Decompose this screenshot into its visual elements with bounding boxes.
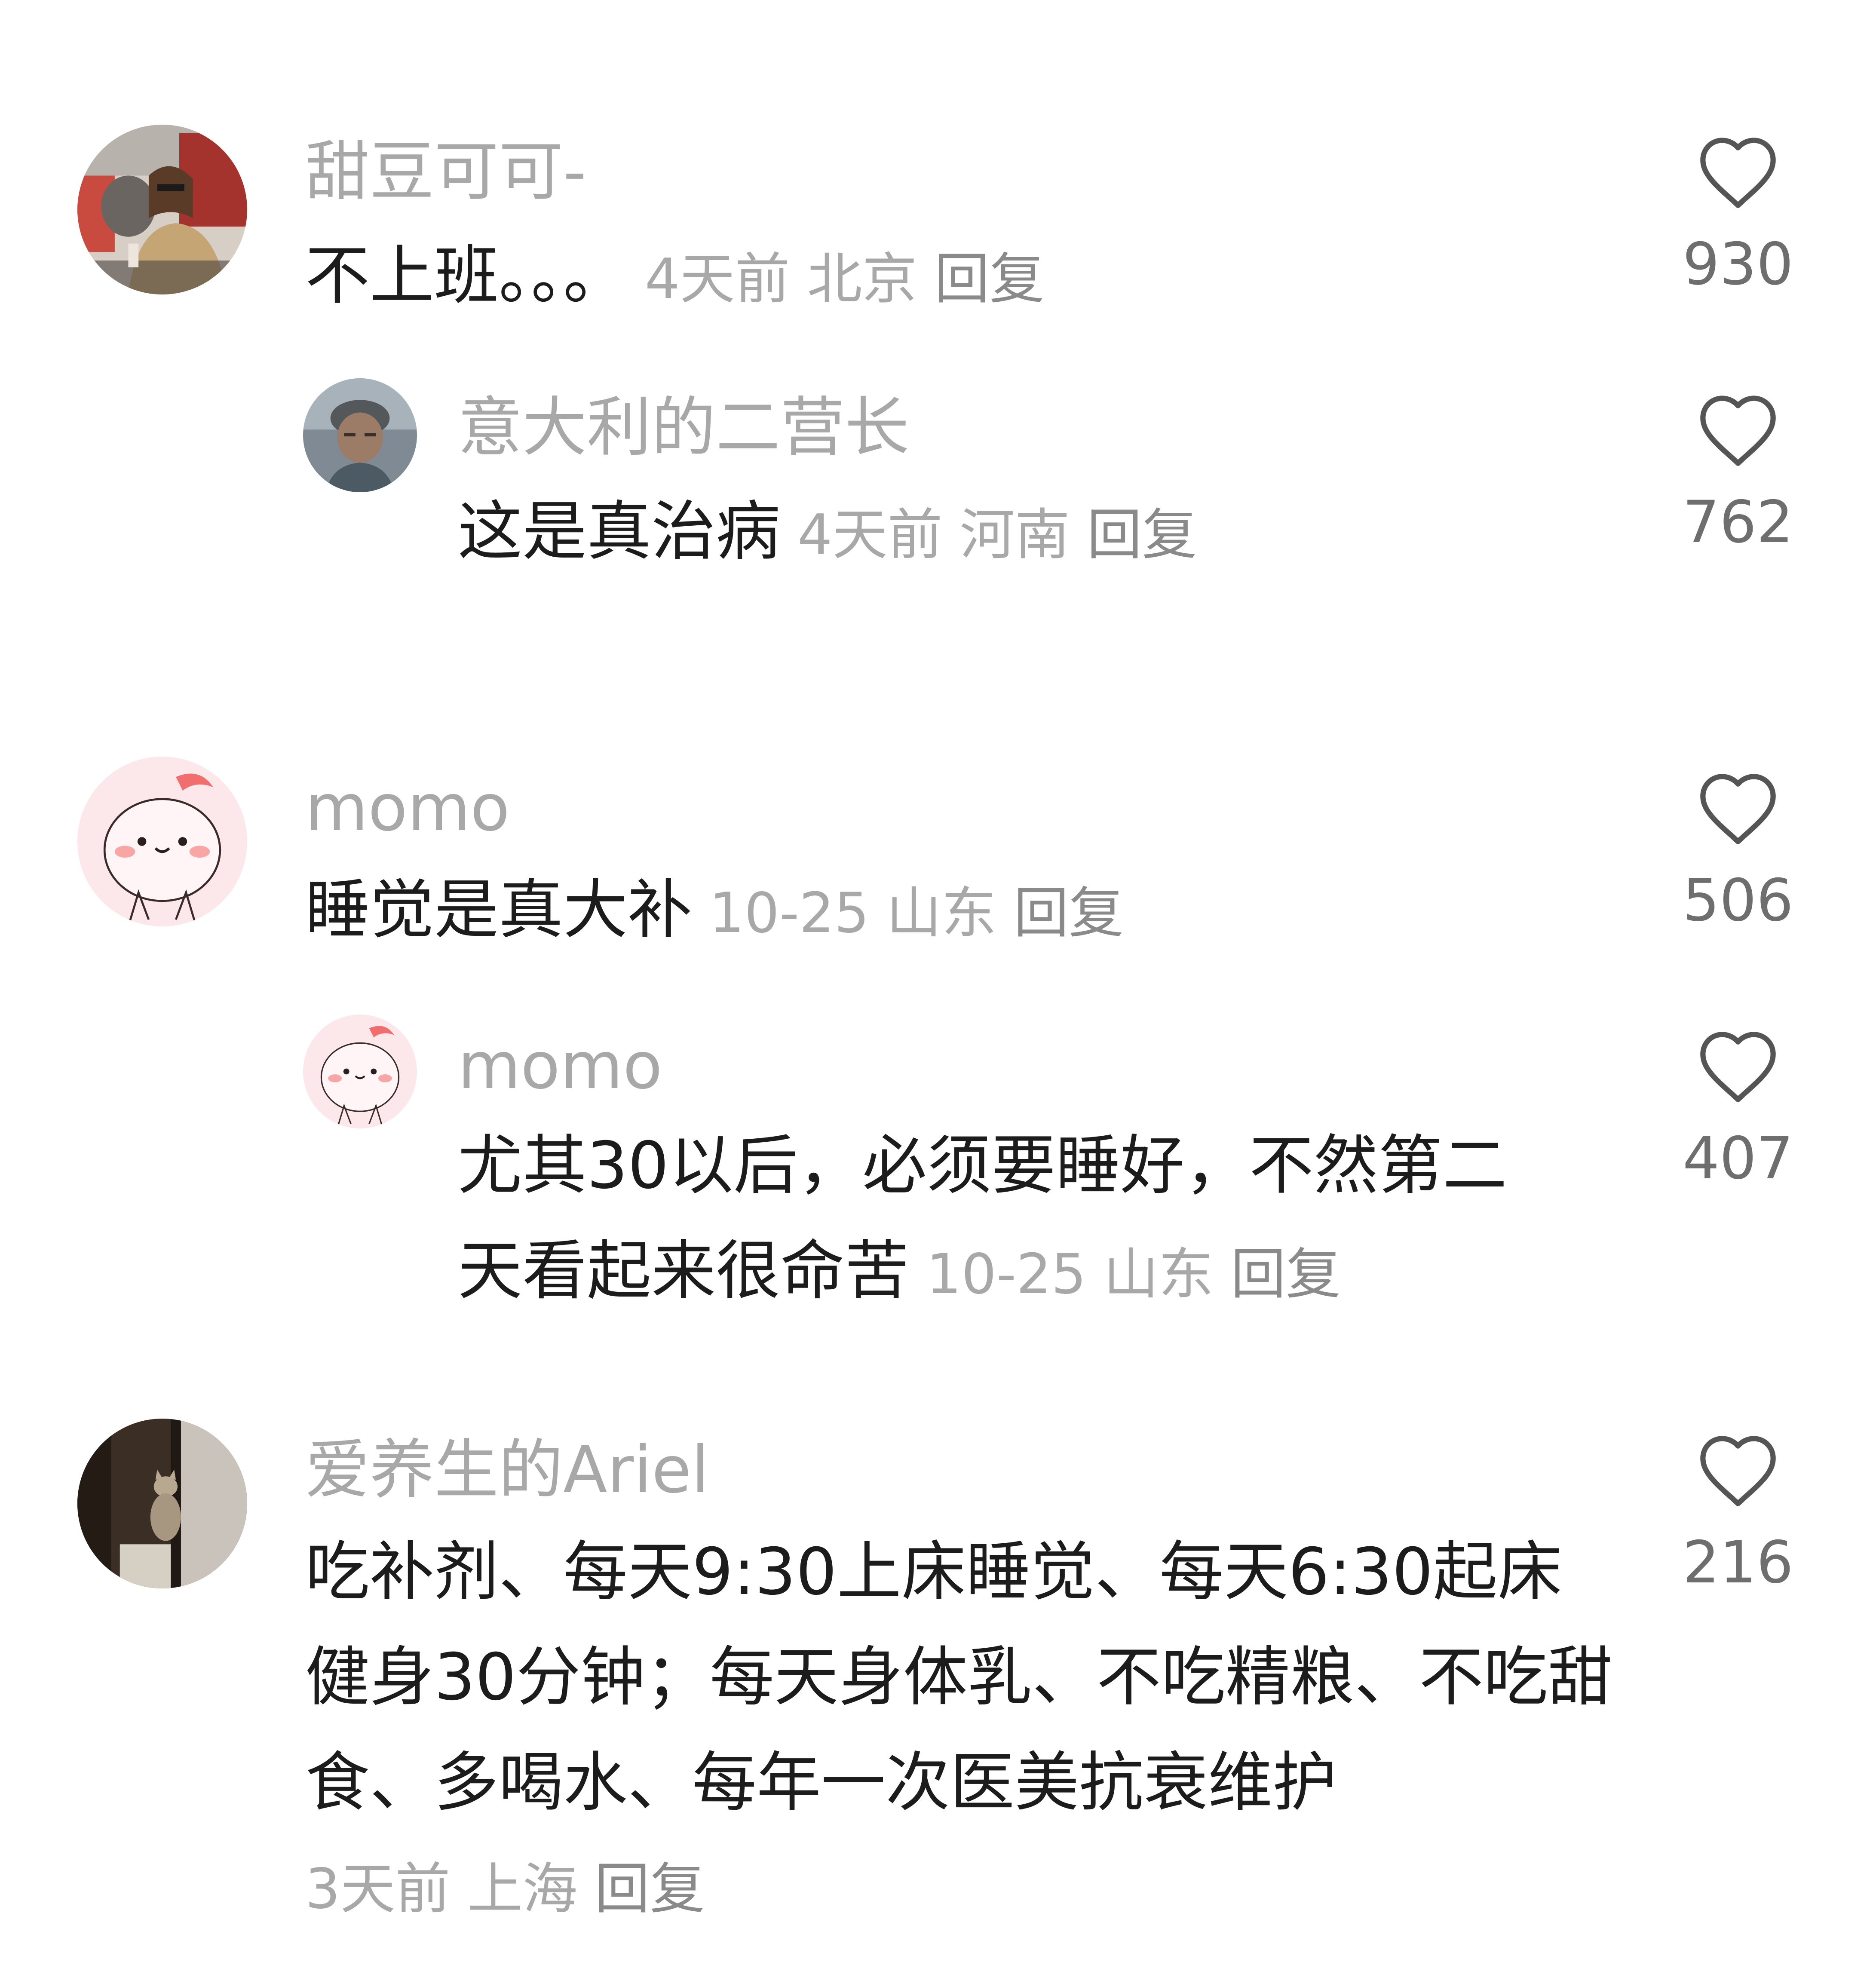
like-count: 930: [1683, 230, 1793, 298]
reply-body: 这是真治病 4天前 河南 回复: [458, 479, 1619, 588]
comment-body: 不上班。。。 4天前 北京 回复: [305, 224, 1595, 332]
like-count: 407: [1683, 1125, 1793, 1192]
comment-text: 睡觉是真大补: [305, 873, 693, 947]
comment-location: 上海: [467, 1857, 578, 1921]
heart-outline-icon: [1700, 395, 1776, 466]
reply-username[interactable]: momo: [458, 1027, 662, 1105]
reply-username[interactable]: 意大利的二营长: [458, 389, 909, 466]
comment-time: 10-25: [709, 881, 869, 945]
like-count: 762: [1683, 488, 1793, 556]
heart-outline-icon: [1700, 138, 1776, 208]
heart-outline-icon: [1700, 1032, 1776, 1102]
reply-location: 河南: [959, 503, 1070, 567]
comment-body: 睡觉是真大补 10-25 山东 回复: [305, 858, 1595, 966]
avatar[interactable]: [77, 1419, 247, 1588]
like-button[interactable]: 762: [1674, 391, 1802, 559]
avatar[interactable]: [77, 125, 247, 294]
like-count: 216: [1683, 1529, 1793, 1596]
like-button[interactable]: 506: [1674, 769, 1802, 937]
reply-button[interactable]: 回复: [934, 247, 1044, 311]
like-button[interactable]: 216: [1674, 1432, 1802, 1599]
comment-meta: 4天前 北京 回复: [645, 247, 1044, 311]
like-button[interactable]: 407: [1674, 1027, 1802, 1195]
reply-button[interactable]: 回复: [595, 1857, 705, 1921]
comment-meta-row: 3天前 上海 回复: [288, 1833, 1578, 1942]
reply-time: 10-25: [926, 1242, 1086, 1306]
heart-outline-icon: [1700, 774, 1776, 844]
like-button[interactable]: 930: [1674, 133, 1802, 301]
avatar[interactable]: [303, 378, 417, 492]
photo-avatar-man-image: [303, 378, 417, 492]
photo-avatar-woman-image: [77, 125, 247, 294]
cartoon-peach-avatar-image: [303, 1015, 417, 1128]
reply-meta: 4天前 河南 回复: [797, 503, 1197, 567]
comment-username[interactable]: momo: [305, 769, 510, 847]
cartoon-peach-avatar-image: [77, 757, 247, 926]
reply-meta: 10-25 山东 回复: [926, 1242, 1341, 1306]
comment-text: 吃补剂、每天9:30上床睡觉、每天6:30起床健身30分钟；每天身体乳、不吃精粮…: [305, 1535, 1612, 1820]
reply-text: 这是真治病: [458, 494, 781, 569]
avatar[interactable]: [77, 757, 247, 926]
comment-meta: 3天前 上海 回复: [305, 1857, 705, 1921]
comment-text: 不上班。。。: [305, 239, 628, 313]
comment-time: 3天前: [305, 1857, 451, 1921]
comment-location: 北京: [807, 247, 917, 311]
reply-button[interactable]: 回复: [1231, 1242, 1341, 1306]
heart-outline-icon: [1700, 1436, 1776, 1506]
comment-body: 吃补剂、每天9:30上床睡觉、每天6:30起床健身30分钟；每天身体乳、不吃精粮…: [305, 1520, 1614, 1836]
comment-username[interactable]: 爱养生的Ariel: [305, 1432, 709, 1509]
comment-meta: 10-25 山东 回复: [709, 881, 1124, 945]
comment-username[interactable]: 甜豆可可-: [305, 133, 586, 211]
reply-button[interactable]: 回复: [1014, 881, 1124, 945]
photo-avatar-cat-image: [77, 1419, 247, 1588]
like-count: 506: [1683, 867, 1793, 934]
avatar[interactable]: [303, 1015, 417, 1128]
reply-button[interactable]: 回复: [1087, 503, 1197, 567]
reply-location: 山东: [1103, 1242, 1214, 1306]
comment-time: 4天前: [645, 247, 790, 311]
reply-body: 尤其30以后，必须要睡好，不然第二天看起来很命苦 10-25 山东 回复: [458, 1113, 1563, 1327]
reply-time: 4天前: [797, 503, 943, 567]
comment-location: 山东: [886, 881, 996, 945]
